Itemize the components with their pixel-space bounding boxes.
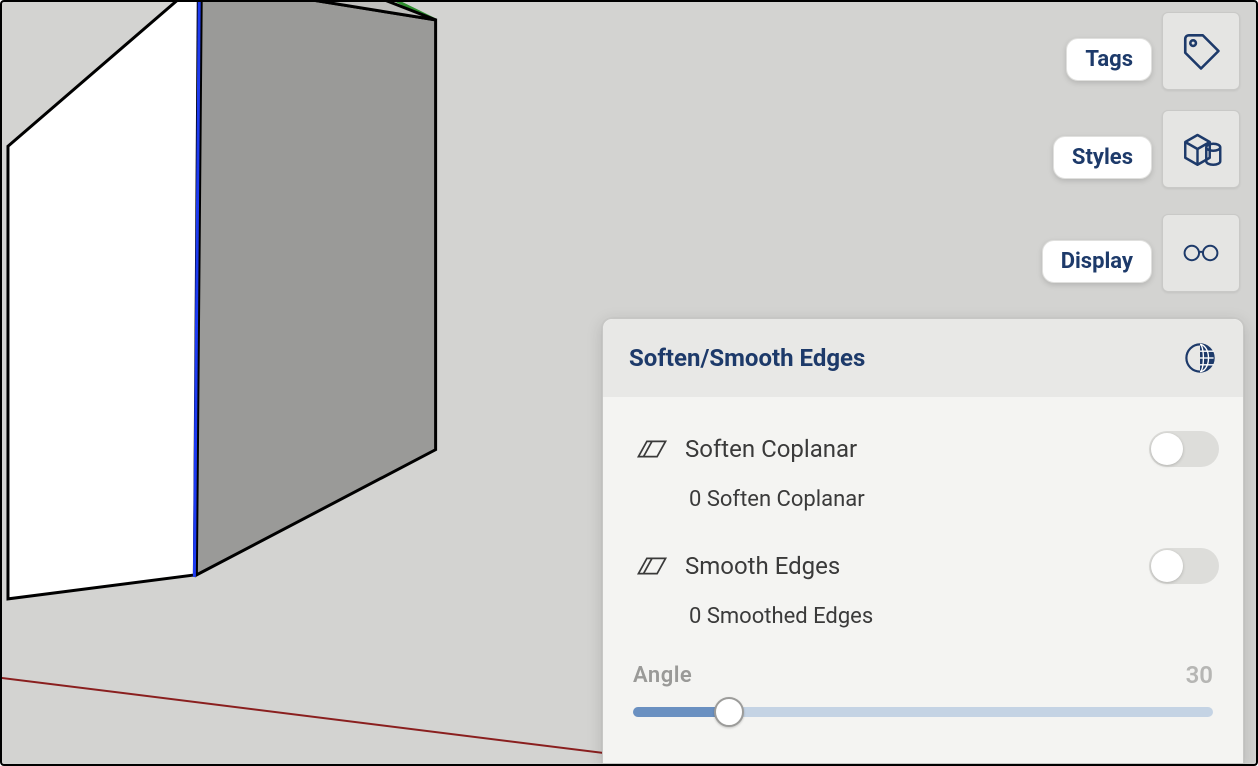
angle-slider[interactable]	[633, 695, 1213, 729]
panel-title: Soften/Smooth Edges	[629, 344, 865, 372]
smooth-plane-icon	[627, 552, 677, 580]
glasses-icon	[1180, 232, 1222, 274]
soften-smooth-panel: Soften/Smooth Edges	[602, 318, 1244, 764]
soften-coplanar-row: Soften Coplanar	[623, 417, 1223, 481]
styles-panel-button[interactable]	[1162, 110, 1240, 188]
angle-row: Angle 30	[623, 651, 1223, 695]
tags-panel-button[interactable]	[1162, 12, 1240, 90]
smooth-edges-switch[interactable]	[1149, 548, 1219, 584]
globe-half-icon	[1183, 341, 1217, 375]
angle-slider-thumb[interactable]	[714, 697, 744, 727]
panel-body: Soften Coplanar 0 Soften Coplanar Smooth…	[603, 397, 1243, 745]
soften-coplanar-label: Soften Coplanar	[677, 435, 1149, 463]
soften-plane-icon	[627, 435, 677, 463]
smooth-edges-label: Smooth Edges	[677, 552, 1149, 580]
panel-header: Soften/Smooth Edges	[603, 319, 1243, 397]
soften-coplanar-switch[interactable]	[1149, 431, 1219, 467]
styles-label-pill: Styles	[1053, 136, 1152, 179]
tag-icon	[1180, 30, 1222, 72]
smooth-edges-status: 0 Smoothed Edges	[623, 598, 1223, 651]
display-panel-button[interactable]	[1162, 214, 1240, 292]
angle-label: Angle	[633, 663, 692, 688]
tags-label-pill: Tags	[1066, 38, 1152, 81]
angle-value: 30	[1186, 661, 1213, 689]
soften-coplanar-status: 0 Soften Coplanar	[623, 481, 1223, 534]
smooth-edges-row: Smooth Edges	[623, 534, 1223, 598]
app-stage: Tags Styles Display	[0, 0, 1258, 766]
box-cylinder-icon	[1180, 128, 1222, 170]
display-label-pill: Display	[1042, 240, 1152, 283]
